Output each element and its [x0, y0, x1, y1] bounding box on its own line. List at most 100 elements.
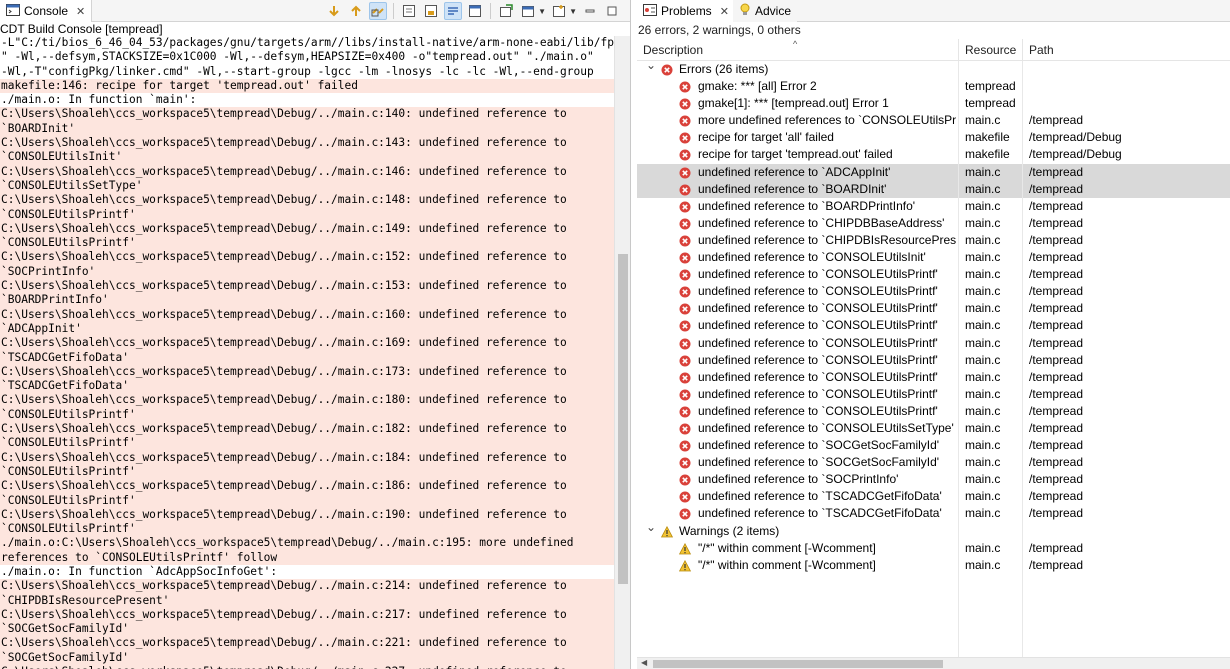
problem-row[interactable]: undefined reference to `CONSOLEUtilsPrin…	[637, 283, 1230, 301]
scroll-down-icon[interactable]	[325, 2, 343, 20]
column-divider	[1022, 505, 1023, 523]
column-header-description[interactable]: Description ^	[637, 39, 959, 61]
problem-row[interactable]: undefined reference to `CONSOLEUtilsSetT…	[637, 419, 1230, 438]
maximize-icon[interactable]	[603, 2, 621, 20]
console-line: C:\Users\Shoaleh\ccs_workspace5\tempread…	[0, 450, 614, 465]
column-divider	[958, 129, 959, 147]
console-line: C:\Users\Shoaleh\ccs_workspace5\tempread…	[0, 479, 614, 494]
close-icon[interactable]: ✕	[720, 5, 729, 18]
problem-row[interactable]: undefined reference to `CONSOLEUtilsPrin…	[637, 266, 1230, 284]
problem-row[interactable]: undefined reference to `BOARDPrintInfo' m…	[637, 197, 1230, 215]
column-divider	[958, 266, 959, 284]
pin-console-icon[interactable]	[466, 2, 484, 20]
problem-row[interactable]: undefined reference to `CHIPDBIsResource…	[637, 231, 1230, 250]
tree-group-warnings[interactable]: ⌄ Warnings (2 items)	[637, 520, 1230, 540]
problem-row[interactable]: undefined reference to `SOCGetSocFamilyI…	[637, 454, 1230, 472]
column-divider	[958, 437, 959, 455]
problem-row[interactable]: gmake[1]: *** [tempread.out] Error 1 temp…	[637, 95, 1230, 113]
close-icon[interactable]: ✕	[76, 5, 85, 18]
problem-row[interactable]: more undefined references to `CONSOLEUti…	[637, 112, 1230, 130]
column-header-path[interactable]: Path	[1023, 39, 1230, 61]
problems-tabbar: Problems ✕ Advice	[637, 0, 1230, 22]
scroll-lock-icon[interactable]	[422, 2, 440, 20]
tree-group-errors[interactable]: ⌄ Errors (26 items)	[637, 61, 1230, 79]
error-icon	[679, 269, 691, 284]
problem-description: undefined reference to `CONSOLEUtilsPrin…	[698, 335, 938, 350]
problem-row[interactable]: undefined reference to `CONSOLEUtilsPrin…	[637, 402, 1230, 420]
problem-row[interactable]: undefined reference to `CONSOLEUtilsPrin…	[637, 368, 1230, 386]
problem-row[interactable]: recipe for target 'all' failed makefile/t…	[637, 129, 1230, 147]
console-line: `ADCAppInit'	[0, 321, 614, 337]
problem-path: /tempread	[1029, 232, 1084, 247]
link-icon[interactable]	[369, 2, 388, 20]
console-output[interactable]: -L"C:/ti/bios_6_46_04_53/packages/gnu/ta…	[0, 36, 614, 669]
chevron-down-icon[interactable]: ▼	[538, 7, 546, 16]
column-header-label: Resource	[965, 43, 1017, 57]
problem-row[interactable]: "/*" within comment [-Wcomment] main.c/te…	[637, 556, 1230, 574]
problem-row[interactable]: undefined reference to `CONSOLEUtilsPrin…	[637, 351, 1230, 369]
column-divider	[1022, 385, 1023, 403]
problem-row[interactable]: undefined reference to `SOCPrintInfo' mai…	[637, 471, 1230, 489]
problem-row[interactable]: undefined reference to `CONSOLEUtilsInit…	[637, 249, 1230, 267]
word-wrap-icon[interactable]	[444, 2, 463, 20]
column-divider	[1022, 300, 1023, 318]
column-divider	[1022, 146, 1023, 164]
error-icon	[679, 303, 691, 318]
error-icon	[679, 184, 691, 199]
minimize-icon[interactable]	[581, 2, 599, 20]
problem-row[interactable]: undefined reference to `CONSOLEUtilsPrin…	[637, 334, 1230, 352]
scrollbar-thumb[interactable]	[618, 254, 628, 584]
problem-resource: main.c	[965, 472, 1001, 487]
problem-row[interactable]: undefined reference to `TSCADCGetFifoDat…	[637, 505, 1230, 523]
horizontal-scrollbar[interactable]: ◀	[637, 657, 1230, 669]
problem-row[interactable]: undefined reference to `CHIPDBBaseAddres…	[637, 214, 1230, 232]
column-divider	[1022, 522, 1023, 540]
problem-row[interactable]: recipe for target 'tempread.out' failed m…	[637, 146, 1230, 164]
problem-resource: main.c	[965, 438, 1001, 453]
console-scrollbar[interactable]	[614, 36, 630, 669]
column-divider	[1022, 317, 1023, 335]
problem-row[interactable]: undefined reference to `CONSOLEUtilsPrin…	[637, 385, 1230, 403]
problem-row[interactable]: gmake: *** [all] Error 2 tempread	[637, 78, 1230, 96]
problem-row[interactable]: undefined reference to `CONSOLEUtilsPrin…	[637, 317, 1230, 335]
problem-row[interactable]: undefined reference to `TSCADCGetFifoDat…	[637, 488, 1230, 506]
column-divider	[1022, 266, 1023, 284]
tab-problems[interactable]: Problems ✕	[637, 0, 736, 22]
chevron-down-icon[interactable]: ⌄	[646, 61, 656, 72]
column-header-resource[interactable]: Resource	[959, 39, 1023, 61]
scrollbar-thumb[interactable]	[653, 660, 943, 668]
column-divider	[958, 419, 959, 438]
problem-row[interactable]: undefined reference to `CONSOLEUtilsPrin…	[637, 300, 1230, 318]
problem-row[interactable]: undefined reference to `BOARDInit' main.c…	[637, 180, 1230, 199]
problem-resource: main.c	[965, 301, 1001, 316]
problem-resource: makefile	[965, 147, 1010, 162]
problem-description: undefined reference to `CHIPDBIsResource…	[698, 232, 956, 247]
console-line: C:\Users\Shoaleh\ccs_workspace5\tempread…	[0, 221, 614, 237]
problem-row[interactable]: "/*" within comment [-Wcomment] main.c/te…	[637, 539, 1230, 557]
console-line: C:\Users\Shoaleh\ccs_workspace5\tempread…	[0, 422, 614, 437]
column-divider	[958, 385, 959, 403]
column-divider	[1022, 197, 1023, 215]
error-icon	[679, 98, 691, 113]
scroll-up-icon[interactable]	[347, 2, 365, 20]
problem-resource: tempread	[965, 96, 1016, 111]
column-divider	[1022, 231, 1023, 250]
clear-console-icon[interactable]	[400, 2, 418, 20]
table-header: Description ^ Resource Path	[637, 39, 1230, 61]
scroll-left-icon[interactable]: ◀	[641, 658, 647, 667]
problem-resource: main.c	[965, 164, 1001, 179]
chevron-down-icon[interactable]: ▼	[569, 7, 577, 16]
toolbar-separator	[393, 3, 395, 19]
new-console-icon[interactable]	[550, 2, 568, 20]
display-console-icon[interactable]	[497, 2, 515, 20]
column-divider	[1022, 642, 1023, 657]
problem-path: /tempread	[1029, 455, 1084, 470]
error-icon	[679, 167, 691, 182]
problem-row[interactable]: undefined reference to `SOCGetSocFamilyI…	[637, 437, 1230, 455]
problem-row[interactable]: undefined reference to `ADCAppInit' main.…	[637, 163, 1230, 182]
open-console-icon[interactable]	[519, 2, 537, 20]
problem-resource: main.c	[965, 113, 1001, 128]
chevron-down-icon[interactable]: ⌄	[646, 520, 656, 534]
tab-console[interactable]: Console ✕	[0, 0, 93, 22]
tab-advice[interactable]: Advice	[733, 0, 798, 22]
